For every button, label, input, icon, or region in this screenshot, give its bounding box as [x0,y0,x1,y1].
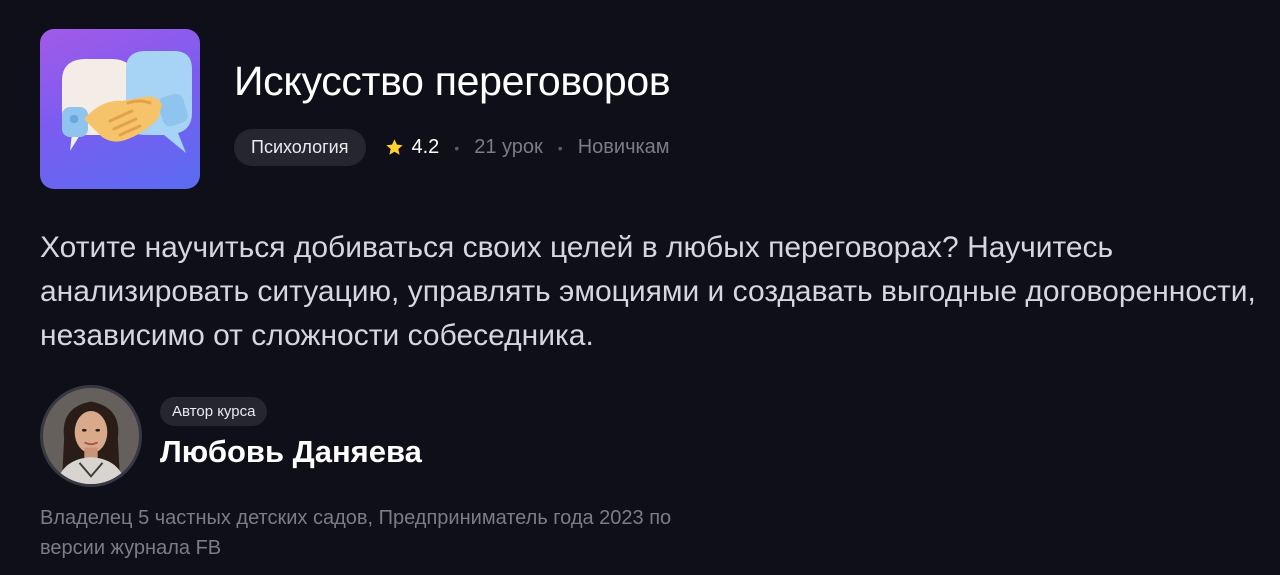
author-bio: Владелец 5 частных детских садов, Предпр… [40,507,672,559]
course-meta: Психология 4.2 • 21 урок • Новичкам [234,129,670,166]
handshake-speech-bubbles-icon [62,51,192,153]
category-chip[interactable]: Психология [234,129,366,166]
rating-value: 4.2 [411,136,440,158]
author-portrait [43,388,139,484]
author-avatar[interactable] [40,385,142,487]
course-level: Новичкам [577,136,670,158]
course-rating: 4.2 [385,136,440,159]
course-description: Хотите научиться добиваться своих целей … [40,231,1256,352]
meta-separator: • [454,139,460,156]
course-cover-image [40,29,200,189]
star-icon [385,139,403,155]
lesson-count: 21 урок [474,136,543,158]
author-badge: Автор курса [160,397,268,426]
course-title: Искусство переговоров [234,58,671,104]
author-name[interactable]: Любовь Даняева [160,434,422,470]
meta-separator: • [557,139,563,156]
